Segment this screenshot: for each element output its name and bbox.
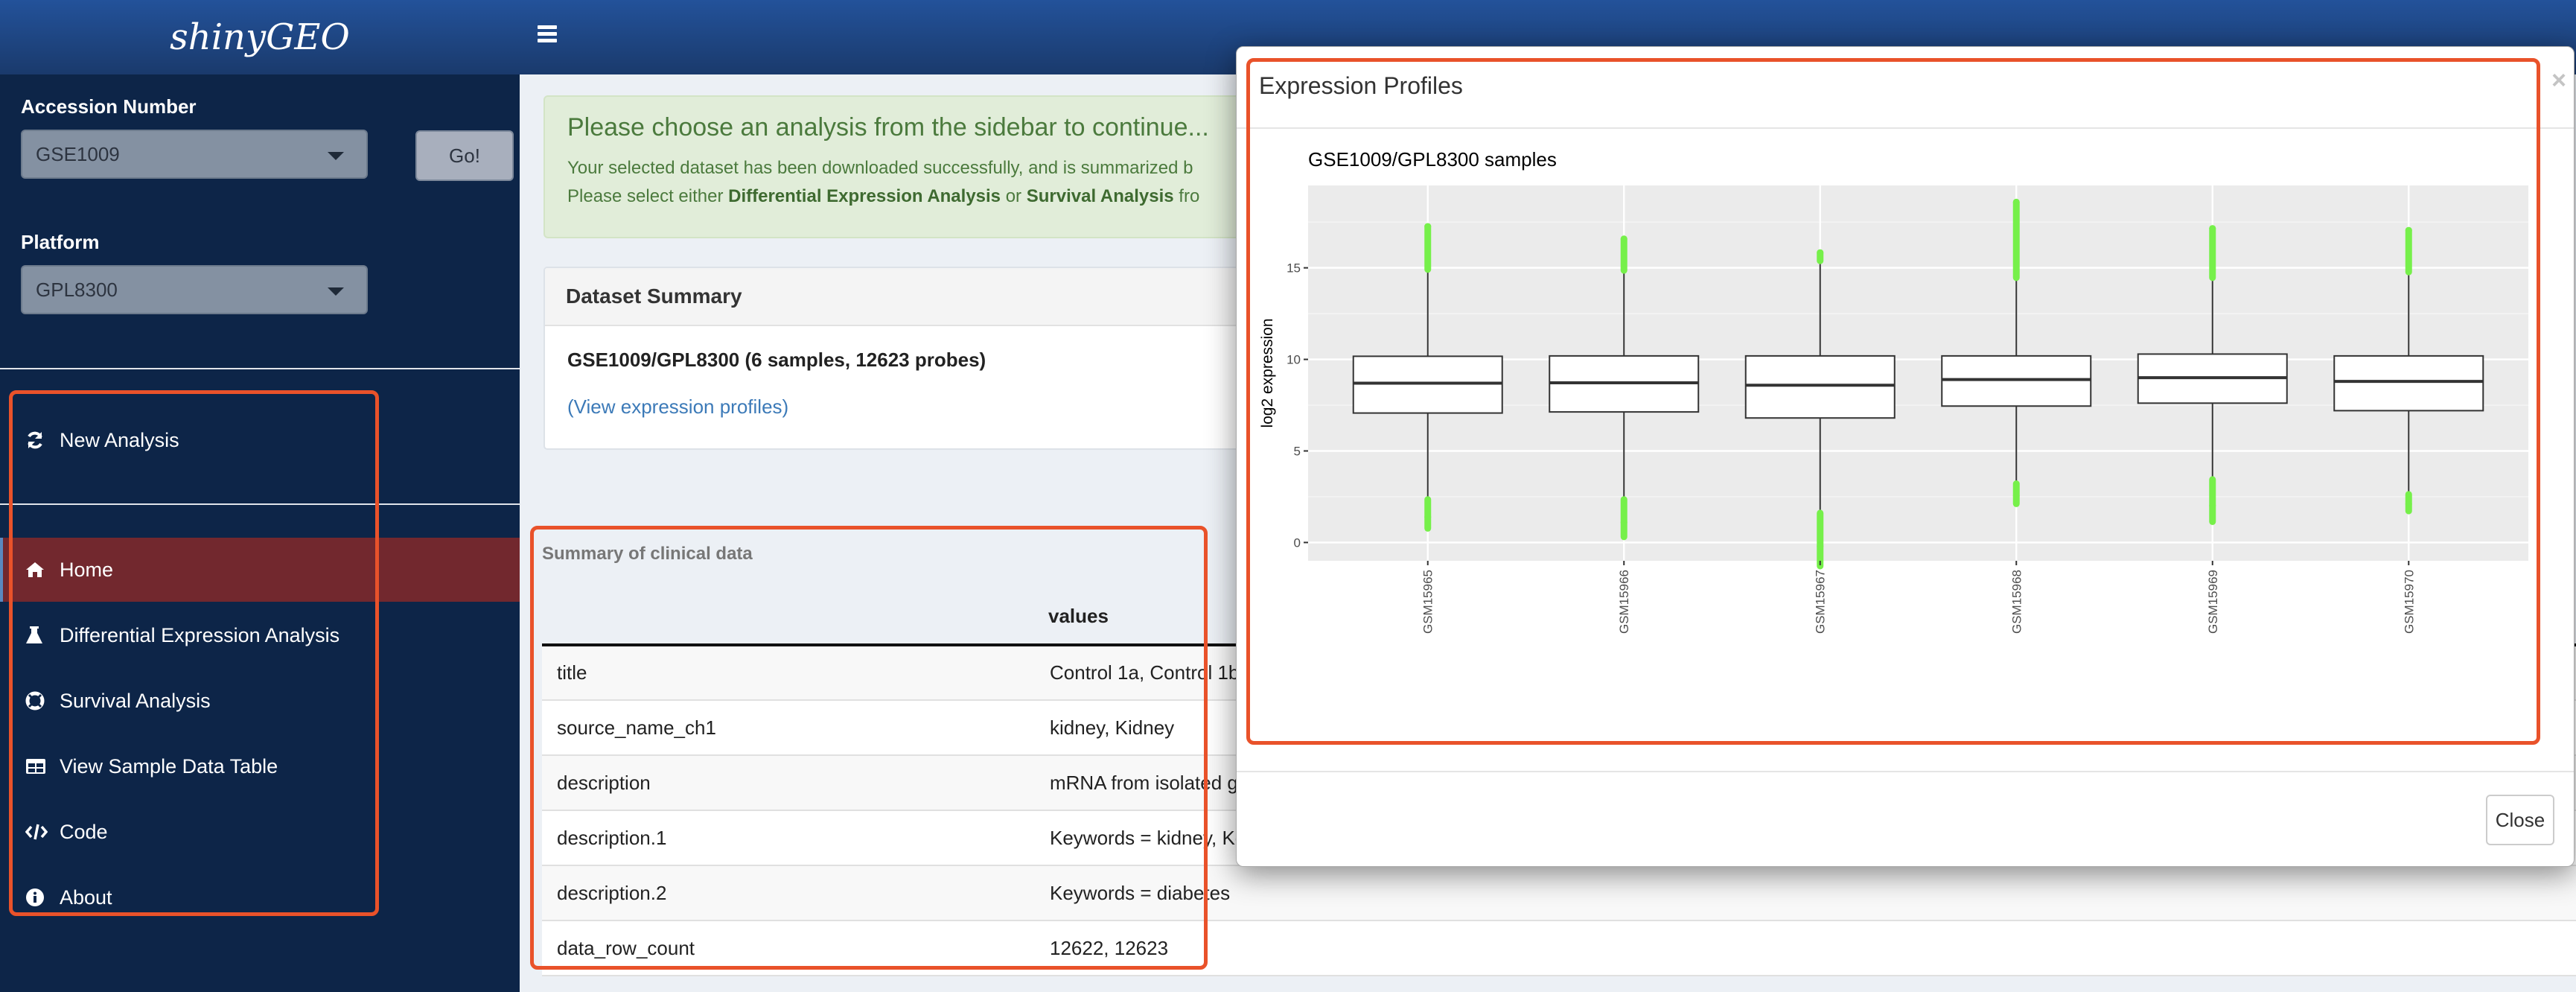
x-tick-label: GSM15970 xyxy=(2402,570,2416,634)
y-tick-label: 0 xyxy=(1294,535,1301,550)
outlier-point xyxy=(1817,249,1824,256)
outlier-point xyxy=(2012,492,2020,499)
outlier-point xyxy=(1620,519,1627,527)
x-tick-label: GSM15968 xyxy=(2009,570,2024,634)
chart-title: GSE1009/GPL8300 samples xyxy=(1308,148,1557,171)
box xyxy=(1744,354,1896,419)
close-button[interactable]: Close xyxy=(2486,795,2554,845)
box xyxy=(2333,354,2484,412)
outlier-point xyxy=(2209,225,2216,232)
outlier-point xyxy=(1620,235,1627,243)
y-tick-label: 15 xyxy=(1287,261,1301,276)
outlier-point xyxy=(2405,226,2412,234)
expression-profiles-modal: Expression Profiles × GSE1009/GPL8300 sa… xyxy=(1236,46,2575,867)
expression-boxplot: GSE1009/GPL8300 samples 0 5 10 15 log2 expres… xyxy=(1259,148,2528,634)
outlier-point xyxy=(1817,542,1824,550)
outlier-point xyxy=(1424,513,1432,521)
outlier-point xyxy=(2012,198,2020,206)
outlier-point xyxy=(2209,502,2216,509)
x-tick-label: GSM15969 xyxy=(2206,570,2220,634)
x-tick-label: GSM15965 xyxy=(1421,570,1435,634)
outlier-point xyxy=(1424,223,1432,230)
x-tick-label: GSM15967 xyxy=(1814,570,1828,634)
y-tick-label: 5 xyxy=(1294,444,1301,458)
outlier-point xyxy=(2405,500,2412,508)
y-axis-label: log2 expression xyxy=(1259,318,1276,427)
x-tick-label: GSM15966 xyxy=(1617,570,1631,634)
y-tick-label: 10 xyxy=(1287,353,1301,367)
